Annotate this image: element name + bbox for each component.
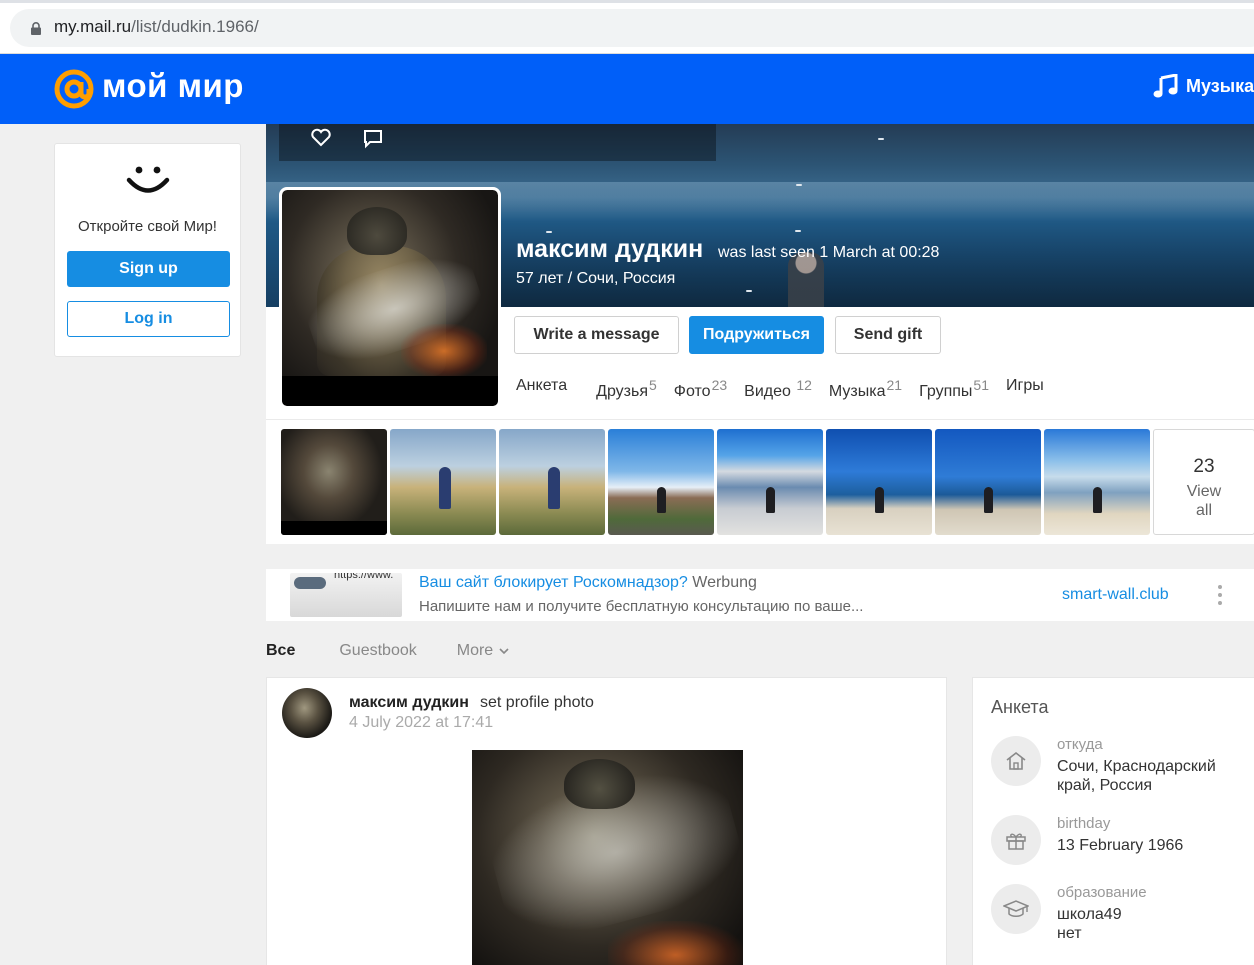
heart-icon[interactable] xyxy=(310,126,332,148)
fact-label: образование xyxy=(1057,884,1147,901)
view-all-label-1: View xyxy=(1186,483,1222,500)
tab-all[interactable]: Все xyxy=(266,642,295,660)
profile-card: максим дудкин was last seen 1 March at 0… xyxy=(266,124,1254,544)
post-action-text: set profile photo xyxy=(480,694,594,711)
smile-logo-icon xyxy=(126,166,170,193)
tab-friends[interactable]: Друзья5 xyxy=(596,377,657,401)
about-card: Анкета откуда Сочи, Краснодарский край, … xyxy=(972,677,1254,965)
comment-icon[interactable] xyxy=(362,129,384,149)
home-icon xyxy=(1006,751,1026,770)
last-seen-status: was last seen 1 March at 00:28 xyxy=(718,244,940,261)
site-logo-text[interactable]: мой мир xyxy=(102,67,244,105)
profile-tabs: Анкета Друзья5 Фото23 Видео 12 Музыка21 … xyxy=(516,377,1062,401)
tab-games[interactable]: Игры xyxy=(1006,377,1044,401)
graduation-cap-icon xyxy=(1003,900,1029,917)
browser-address-bar: my.mail.ru/list/dudkin.1966/ xyxy=(0,0,1254,54)
photo-thumbnail[interactable] xyxy=(608,429,714,535)
url-field[interactable]: my.mail.ru/list/dudkin.1966/ xyxy=(10,9,1254,47)
log-in-button[interactable]: Log in xyxy=(67,301,230,337)
fact-value: Сочи, Краснодарский край, Россия xyxy=(1057,758,1216,794)
photo-thumbnail[interactable] xyxy=(281,429,387,535)
post-author-name[interactable]: максим дудкин xyxy=(349,694,469,712)
lock-icon xyxy=(31,22,41,35)
fact-value: школа49 нет xyxy=(1057,906,1122,942)
write-message-button[interactable]: Write a message xyxy=(514,316,679,354)
ad-domain-link[interactable]: smart-wall.club xyxy=(1062,586,1169,604)
photo-thumbnail[interactable] xyxy=(717,429,823,535)
open-world-text: Откройте свой Мир! xyxy=(78,218,217,235)
fact-value: 13 February 1966 xyxy=(1057,837,1184,854)
tab-anketa[interactable]: Анкета xyxy=(516,377,567,401)
photo-thumbnail[interactable] xyxy=(935,429,1041,535)
tab-photos[interactable]: Фото23 xyxy=(674,377,727,401)
profile-avatar[interactable] xyxy=(279,187,501,409)
browser-tab-strip xyxy=(0,0,1254,3)
photo-thumbnail[interactable] xyxy=(499,429,605,535)
tab-music[interactable]: Музыка21 xyxy=(829,377,902,401)
cover-actions-bar xyxy=(279,124,716,161)
send-gift-button[interactable]: Send gift xyxy=(835,316,941,354)
music-link-label: Музыка xyxy=(1186,75,1254,96)
more-options-icon[interactable] xyxy=(1217,584,1223,606)
ad-description: Напишите нам и получите бесплатную консу… xyxy=(419,598,864,615)
view-all-label-2: all xyxy=(1195,502,1212,519)
photo-strip: 23 View all xyxy=(281,429,1254,535)
profile-name: максим дудкин xyxy=(516,235,704,263)
open-world-card: Откройте свой Мир! Sign up Log in xyxy=(54,143,241,357)
post-author-avatar[interactable] xyxy=(282,688,332,738)
mail-at-logo-icon[interactable] xyxy=(53,68,95,110)
about-title: Анкета xyxy=(991,697,1049,717)
post-date[interactable]: 4 July 2022 at 17:41 xyxy=(349,714,493,732)
photo-thumbnail[interactable] xyxy=(1044,429,1150,535)
feed-post: максим дудкин set profile photo 4 July 2… xyxy=(266,677,947,965)
photos-count: 23 xyxy=(1193,456,1215,477)
music-note-icon xyxy=(1153,74,1178,98)
site-header: мой мир Музыка xyxy=(0,54,1254,124)
tab-guestbook[interactable]: Guestbook xyxy=(339,642,416,660)
post-photo[interactable] xyxy=(472,750,743,965)
sign-up-button[interactable]: Sign up xyxy=(67,251,230,287)
view-all-photos-button[interactable]: 23 View all xyxy=(1153,429,1254,535)
add-friend-button[interactable]: Подружиться xyxy=(689,316,824,354)
tab-more[interactable]: More xyxy=(457,642,509,660)
tabs-divider xyxy=(266,419,1254,420)
photo-thumbnail[interactable] xyxy=(390,429,496,535)
fact-label: birthday xyxy=(1057,815,1111,832)
music-link[interactable]: Музыка xyxy=(1152,74,1254,98)
url-text: my.mail.ru/list/dudkin.1966/ xyxy=(54,17,259,36)
ad-title[interactable]: Ваш сайт блокирует Роскомнадзор? Werbung xyxy=(419,574,757,592)
gift-icon xyxy=(1006,833,1026,850)
feed-tabs: Все Guestbook More xyxy=(266,642,549,660)
age-location: 57 лет / Сочи, Россия xyxy=(516,270,676,287)
fact-label: откуда xyxy=(1057,736,1103,753)
chevron-down-icon xyxy=(499,647,509,654)
tab-video[interactable]: Видео 12 xyxy=(744,377,812,401)
ad-tag: Werbung xyxy=(692,574,757,591)
photo-thumbnail[interactable] xyxy=(826,429,932,535)
ad-thumbnail[interactable]: https://www. xyxy=(290,573,402,617)
ad-banner[interactable]: https://www. Ваш сайт блокирует Роскомна… xyxy=(266,569,1254,621)
tab-groups[interactable]: Группы51 xyxy=(919,377,989,401)
